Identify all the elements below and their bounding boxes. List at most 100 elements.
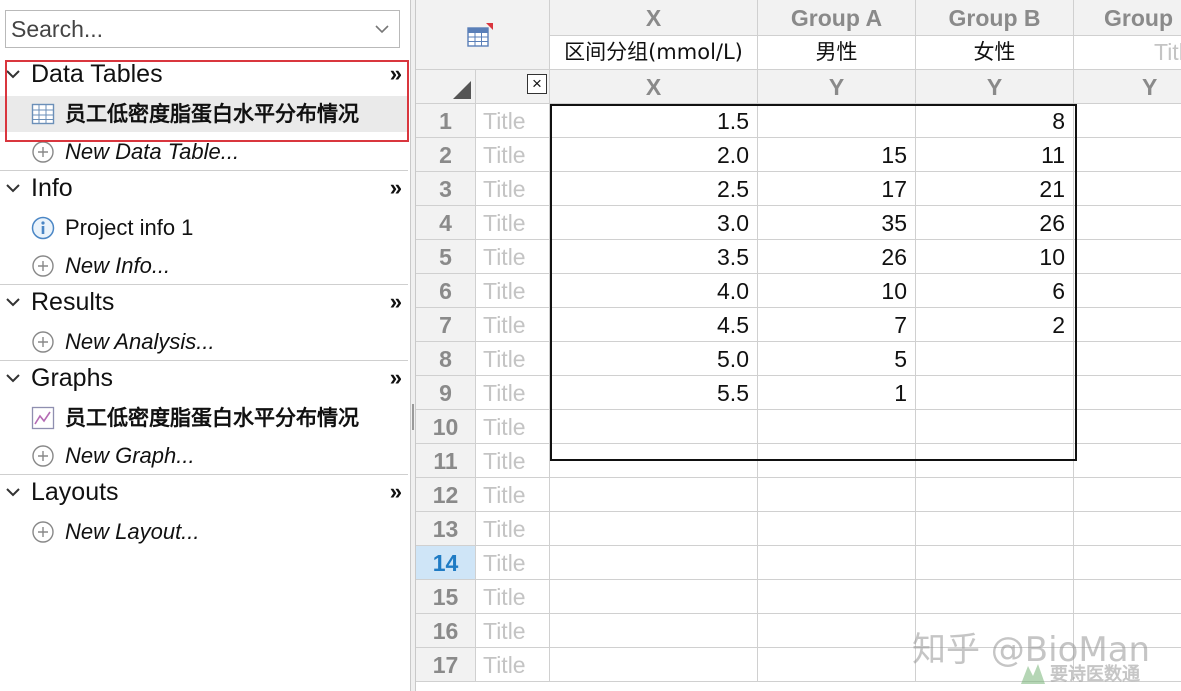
column-title-group-a[interactable]: 男性 [758, 36, 916, 70]
new-graph-item[interactable]: New Graph... [0, 438, 408, 474]
table-cell[interactable] [916, 546, 1074, 580]
select-all-corner[interactable] [416, 70, 476, 104]
column-header-group-b[interactable]: Group B [916, 0, 1074, 36]
column-title-group-b[interactable]: 女性 [916, 36, 1074, 70]
row-title-cell[interactable]: Title [476, 614, 550, 648]
table-cell[interactable] [550, 580, 758, 614]
row-number[interactable]: 14 [416, 546, 476, 580]
new-analysis-item[interactable]: New Analysis... [0, 324, 408, 360]
table-cell[interactable] [1074, 376, 1181, 410]
row-number[interactable]: 7 [416, 308, 476, 342]
table-cell[interactable] [758, 580, 916, 614]
table-cell[interactable] [550, 648, 758, 682]
row-number[interactable]: 5 [416, 240, 476, 274]
row-title-cell[interactable]: Title [476, 274, 550, 308]
column-header-group-c[interactable]: Group [1074, 0, 1181, 36]
table-cell[interactable]: 3.5 [550, 240, 758, 274]
column-header-group-a[interactable]: Group A [758, 0, 916, 36]
table-cell[interactable] [1074, 478, 1181, 512]
row-title-cell[interactable]: Title [476, 546, 550, 580]
section-graphs[interactable]: Graphs » [0, 360, 410, 396]
row-number[interactable]: 1 [416, 104, 476, 138]
row-title-cell[interactable]: Title [476, 172, 550, 206]
table-cell[interactable] [1074, 138, 1181, 172]
search-input[interactable] [6, 11, 366, 47]
row-number[interactable]: 16 [416, 614, 476, 648]
table-cell[interactable]: 35 [758, 206, 916, 240]
close-icon[interactable]: × [527, 74, 547, 94]
graph-item[interactable]: 员工低密度脂蛋白水平分布情况 [0, 400, 408, 436]
section-data-tables[interactable]: Data Tables » [0, 56, 410, 92]
row-number[interactable]: 11 [416, 444, 476, 478]
data-table-item[interactable]: 员工低密度脂蛋白水平分布情况 [0, 96, 408, 132]
table-cell[interactable]: 8 [916, 104, 1074, 138]
row-number[interactable]: 2 [416, 138, 476, 172]
table-cell[interactable] [916, 410, 1074, 444]
table-cell[interactable] [1074, 240, 1181, 274]
table-cell[interactable] [550, 546, 758, 580]
row-title-cell[interactable]: Title [476, 478, 550, 512]
row-number[interactable]: 3 [416, 172, 476, 206]
row-number[interactable]: 13 [416, 512, 476, 546]
row-title-cell[interactable]: Title [476, 376, 550, 410]
row-number[interactable]: 4 [416, 206, 476, 240]
project-info-item[interactable]: Project info 1 [0, 210, 408, 246]
row-title-cell[interactable]: Title [476, 308, 550, 342]
expand-more-button[interactable]: » [390, 362, 402, 394]
row-title-cell[interactable]: Title [476, 104, 550, 138]
table-cell[interactable] [1074, 104, 1181, 138]
row-number[interactable]: 12 [416, 478, 476, 512]
table-cell[interactable] [758, 648, 916, 682]
table-cell[interactable]: 2 [916, 308, 1074, 342]
table-cell[interactable]: 7 [758, 308, 916, 342]
table-cell[interactable]: 2.0 [550, 138, 758, 172]
table-cell[interactable] [550, 614, 758, 648]
chevron-down-icon[interactable] [5, 66, 21, 82]
table-cell[interactable]: 17 [758, 172, 916, 206]
row-title-cell[interactable]: Title [476, 138, 550, 172]
table-cell[interactable] [758, 614, 916, 648]
row-number[interactable]: 17 [416, 648, 476, 682]
table-cell[interactable] [758, 444, 916, 478]
search-box[interactable] [5, 10, 400, 48]
table-cell[interactable] [916, 444, 1074, 478]
expand-more-button[interactable]: » [390, 476, 402, 508]
table-cell[interactable] [1074, 206, 1181, 240]
row-number[interactable]: 8 [416, 342, 476, 376]
table-cell[interactable]: 2.5 [550, 172, 758, 206]
table-cell[interactable]: 6 [916, 274, 1074, 308]
chevron-down-icon[interactable] [5, 180, 21, 196]
expand-more-button[interactable]: » [390, 58, 402, 90]
table-cell[interactable]: 26 [758, 240, 916, 274]
table-cell[interactable]: 1.5 [550, 104, 758, 138]
table-cell[interactable] [550, 410, 758, 444]
table-cell[interactable] [1074, 308, 1181, 342]
table-cell[interactable]: 3.0 [550, 206, 758, 240]
table-cell[interactable] [1074, 512, 1181, 546]
table-cell[interactable] [758, 478, 916, 512]
table-cell[interactable] [758, 512, 916, 546]
table-cell[interactable]: 5 [758, 342, 916, 376]
table-cell[interactable]: 21 [916, 172, 1074, 206]
row-number[interactable]: 15 [416, 580, 476, 614]
row-title-cell[interactable]: Title [476, 206, 550, 240]
expand-more-button[interactable]: » [390, 172, 402, 204]
row-title-cell[interactable]: Title [476, 512, 550, 546]
table-cell[interactable]: 10 [916, 240, 1074, 274]
table-cell[interactable] [550, 444, 758, 478]
table-cell[interactable] [758, 410, 916, 444]
row-title-cell[interactable]: Title [476, 580, 550, 614]
table-cell[interactable] [1074, 580, 1181, 614]
table-cell[interactable] [1074, 172, 1181, 206]
row-number[interactable]: 6 [416, 274, 476, 308]
section-layouts[interactable]: Layouts » [0, 474, 410, 510]
table-cell[interactable]: 11 [916, 138, 1074, 172]
section-results[interactable]: Results » [0, 284, 410, 320]
table-cell[interactable] [1074, 410, 1181, 444]
row-title-cell[interactable]: Title [476, 648, 550, 682]
row-title-cell[interactable]: Title [476, 444, 550, 478]
row-title-cell[interactable]: Title [476, 410, 550, 444]
table-cell[interactable] [550, 512, 758, 546]
row-number[interactable]: 9 [416, 376, 476, 410]
table-cell[interactable] [916, 376, 1074, 410]
